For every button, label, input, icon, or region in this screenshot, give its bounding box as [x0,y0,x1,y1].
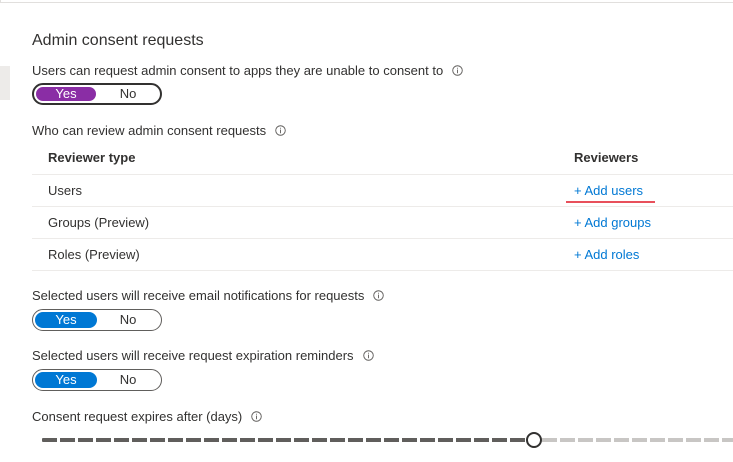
row-reviewer-type: Groups (Preview) [48,215,150,230]
add-users-link[interactable]: + Add users [574,183,643,198]
info-icon[interactable] [452,65,463,76]
info-icon[interactable] [362,350,374,361]
email-notifications-no-option[interactable]: No [97,312,159,328]
info-icon[interactable] [275,125,286,136]
add-roles-link[interactable]: + Add roles [574,247,639,262]
expiration-reminders-yes-option[interactable]: Yes [35,372,97,388]
request-consent-label: Users can request admin consent to apps … [32,63,444,78]
expiration-reminders-label-row: Selected users will receive request expi… [32,348,374,363]
table-row: Groups (Preview) + Add groups [32,207,733,239]
row-reviewer-type: Users [48,183,82,198]
slider-thumb[interactable] [526,432,542,448]
email-notifications-toggle[interactable]: Yes No [32,309,162,331]
email-notifications-label-row: Selected users will receive email notifi… [32,288,385,303]
request-consent-no-option[interactable]: No [97,86,159,102]
request-consent-toggle[interactable]: Yes No [32,83,162,105]
request-consent-label-row: Users can request admin consent to apps … [32,63,463,78]
slider-track-filled [42,438,526,442]
expiration-reminders-toggle[interactable]: Yes No [32,369,162,391]
reviewers-label: Who can review admin consent requests [32,123,267,138]
top-divider [0,2,733,3]
expiry-label: Consent request expires after (days) [32,409,243,424]
email-notifications-label: Selected users will receive email notifi… [32,288,365,303]
info-icon[interactable] [251,411,263,422]
row-reviewer-type: Roles (Preview) [48,247,140,262]
reviewers-table: Reviewer type Reviewers Users + Add user… [32,142,733,271]
expiration-reminders-label: Selected users will receive request expi… [32,348,354,363]
table-header: Reviewer type Reviewers [32,142,733,175]
add-groups-link[interactable]: + Add groups [574,215,651,230]
section-title: Admin consent requests [32,32,204,49]
expiry-days-slider[interactable] [42,432,733,448]
email-notifications-yes-option[interactable]: Yes [35,312,97,328]
slider-track-empty [542,438,733,442]
reviewers-label-row: Who can review admin consent requests [32,123,286,138]
expiry-label-row: Consent request expires after (days) [32,409,263,424]
info-icon[interactable] [373,290,385,301]
focus-underline [566,201,655,203]
request-consent-yes-option[interactable]: Yes [35,86,97,102]
expiration-reminders-no-option[interactable]: No [97,372,159,388]
table-row: Roles (Preview) + Add roles [32,239,733,271]
column-header-reviewers: Reviewers [574,150,639,165]
admin-consent-settings-page: Admin consent requests Users can request… [0,0,733,462]
column-header-reviewer-type: Reviewer type [48,150,136,165]
table-row: Users + Add users [32,175,733,207]
left-panel-tab [0,66,10,100]
